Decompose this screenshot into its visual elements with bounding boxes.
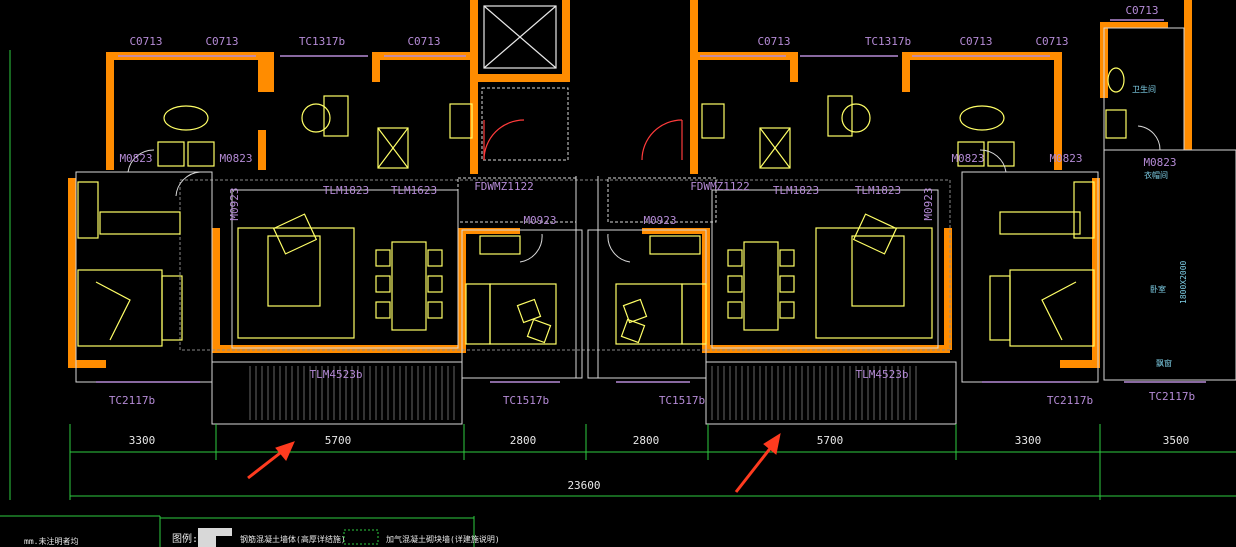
- dim-6: 3300: [1015, 434, 1042, 447]
- dim-4: 2800: [633, 434, 660, 447]
- label-tc2117-b: TC2117b: [1047, 394, 1093, 407]
- sofa-left: [237, 227, 355, 339]
- room-bath: 卫生间: [1132, 84, 1156, 94]
- door-swings: [483, 119, 683, 161]
- label-tlm1823-c: TLM1823: [855, 184, 901, 197]
- legend-item-1: 钢筋混凝土墙体(高厚详结施): [240, 534, 346, 544]
- label-c0713-d: C0713: [757, 35, 790, 48]
- red-arrow-icon: [734, 432, 781, 493]
- label-c0713-e: C0713: [959, 35, 992, 48]
- dim-1: 3300: [129, 434, 156, 447]
- legend: mm.未注明者均 图例: 钢筋混凝土墙体(高厚详结施) 加气混凝土砌块墙(详建施…: [24, 528, 500, 547]
- dim-5: 5700: [817, 434, 844, 447]
- elevator-shaft-icon: [483, 5, 557, 69]
- dim-7: 3500: [1163, 434, 1190, 447]
- label-m0923-c: M0923: [228, 187, 241, 220]
- bed-size: 1800X2000: [1179, 260, 1188, 304]
- label-m0823-d: M0823: [1049, 152, 1082, 165]
- label-tlm1823-a: TLM1823: [323, 184, 369, 197]
- toilet-right: [959, 105, 1005, 131]
- label-c0713-c: C0713: [407, 35, 440, 48]
- label-tc2117-c: TC2117b: [1149, 390, 1195, 403]
- bed-left: [77, 269, 163, 347]
- label-c0713-f: C0713: [1035, 35, 1068, 48]
- label-m0823-e: M0823: [1143, 156, 1176, 169]
- legend-label: 图例:: [172, 532, 198, 545]
- label-tlm4523-b: TLM4523b: [856, 368, 909, 381]
- room-closet: 衣帽间: [1144, 170, 1168, 180]
- red-arrow-icon: [247, 441, 295, 480]
- dining-table-left: [391, 241, 427, 331]
- label-m0923-a: M0923: [523, 214, 556, 227]
- floor-plan-drawing: 3300 5700 2800 2800 5700 3300 3500 23600…: [0, 0, 1236, 547]
- label-m0823-a: M0823: [119, 152, 152, 165]
- label-tlm1623: TLM1623: [391, 184, 437, 197]
- dim-2: 5700: [325, 434, 352, 447]
- dimension-lines: [0, 50, 1236, 547]
- dim-total: 23600: [567, 479, 600, 492]
- label-m0823-c: M0823: [951, 152, 984, 165]
- label-tc2117-a: TC2117b: [109, 394, 155, 407]
- toilet-left: [163, 105, 209, 131]
- wall-layer: [68, 0, 1192, 368]
- label-tc1317-b: TC1317b: [865, 35, 911, 48]
- label-c0713-g: C0713: [1125, 4, 1158, 17]
- room-bedroom: 卧室: [1150, 284, 1166, 294]
- legend-left-text: mm.未注明者均: [24, 536, 78, 546]
- sofa-right: [815, 227, 933, 339]
- label-fdwm-a: FDWMZ1122: [474, 180, 534, 193]
- label-tlm1823-b: TLM1823: [773, 184, 819, 197]
- legend-item-2: 加气混凝土砌块墙(详建施说明): [386, 534, 500, 544]
- dimension-text: 3300 5700 2800 2800 5700 3300 3500 23600: [129, 434, 1190, 492]
- label-m0823-b: M0823: [219, 152, 252, 165]
- dim-3: 2800: [510, 434, 537, 447]
- label-tc1517-b: TC1517b: [659, 394, 705, 407]
- label-fdwm-b: FDWMZ1122: [690, 180, 750, 193]
- label-tc1317-a: TC1317b: [299, 35, 345, 48]
- label-m0923-d: M0923: [922, 187, 935, 220]
- bed-right: [1009, 269, 1095, 347]
- label-tlm4523-a: TLM4523b: [310, 368, 363, 381]
- label-c0713-b: C0713: [205, 35, 238, 48]
- label-c0713-a: C0713: [129, 35, 162, 48]
- label-tc1517-a: TC1517b: [503, 394, 549, 407]
- room-bay: 飘窗: [1156, 358, 1172, 368]
- dining-table-right: [743, 241, 779, 331]
- label-m0923-b: M0923: [643, 214, 676, 227]
